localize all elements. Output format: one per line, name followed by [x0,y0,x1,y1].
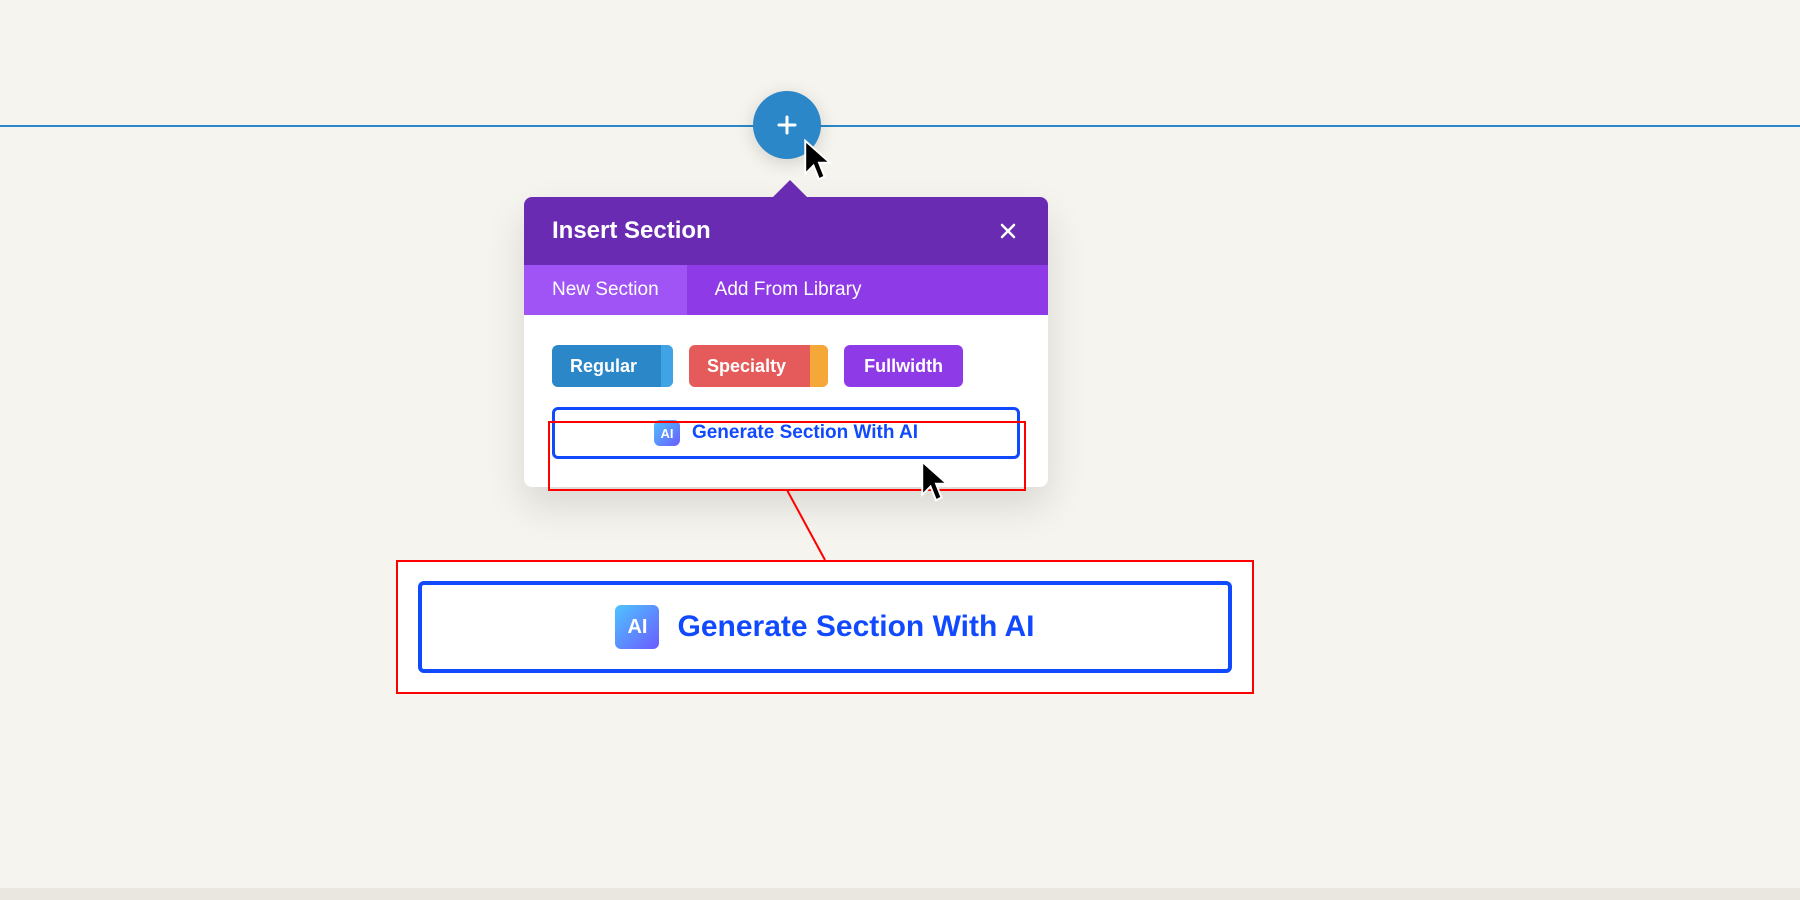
generate-with-ai-label-zoom: Generate Section With AI [677,610,1034,644]
generate-with-ai-button-zoom[interactable]: AI Generate Section With AI [418,581,1232,673]
popover-title: Insert Section [552,217,711,245]
section-divider [0,125,1800,127]
tab-new-section[interactable]: New Section [524,265,687,315]
annotation-highlight-large: AI Generate Section With AI [396,560,1254,694]
specialty-accent [810,345,828,387]
fullwidth-section-label: Fullwidth [844,345,963,387]
fullwidth-section-button[interactable]: Fullwidth [844,345,963,387]
popover-arrow [772,180,808,198]
regular-accent [661,345,673,387]
ai-icon: AI [654,420,680,446]
generate-with-ai-button[interactable]: AI Generate Section With AI [552,407,1020,459]
section-type-row: Regular Specialty Fullwidth [552,345,1020,387]
ai-icon: AI [615,605,659,649]
close-icon[interactable] [996,219,1020,243]
plus-icon [775,113,799,137]
annotation-connector [785,490,845,562]
tab-add-from-library[interactable]: Add From Library [687,265,890,315]
insert-section-popover: Insert Section New Section Add From Libr… [524,197,1048,487]
popover-body: Regular Specialty Fullwidth AI Generate … [524,315,1048,487]
specialty-section-label: Specialty [689,345,804,387]
popover-tabs: New Section Add From Library [524,265,1048,315]
add-section-button[interactable] [753,91,821,159]
regular-section-button[interactable]: Regular [552,345,673,387]
specialty-section-button[interactable]: Specialty [689,345,828,387]
generate-with-ai-label: Generate Section With AI [692,422,918,444]
bottom-band [0,888,1800,900]
regular-section-label: Regular [552,345,655,387]
popover-header: Insert Section [524,197,1048,265]
